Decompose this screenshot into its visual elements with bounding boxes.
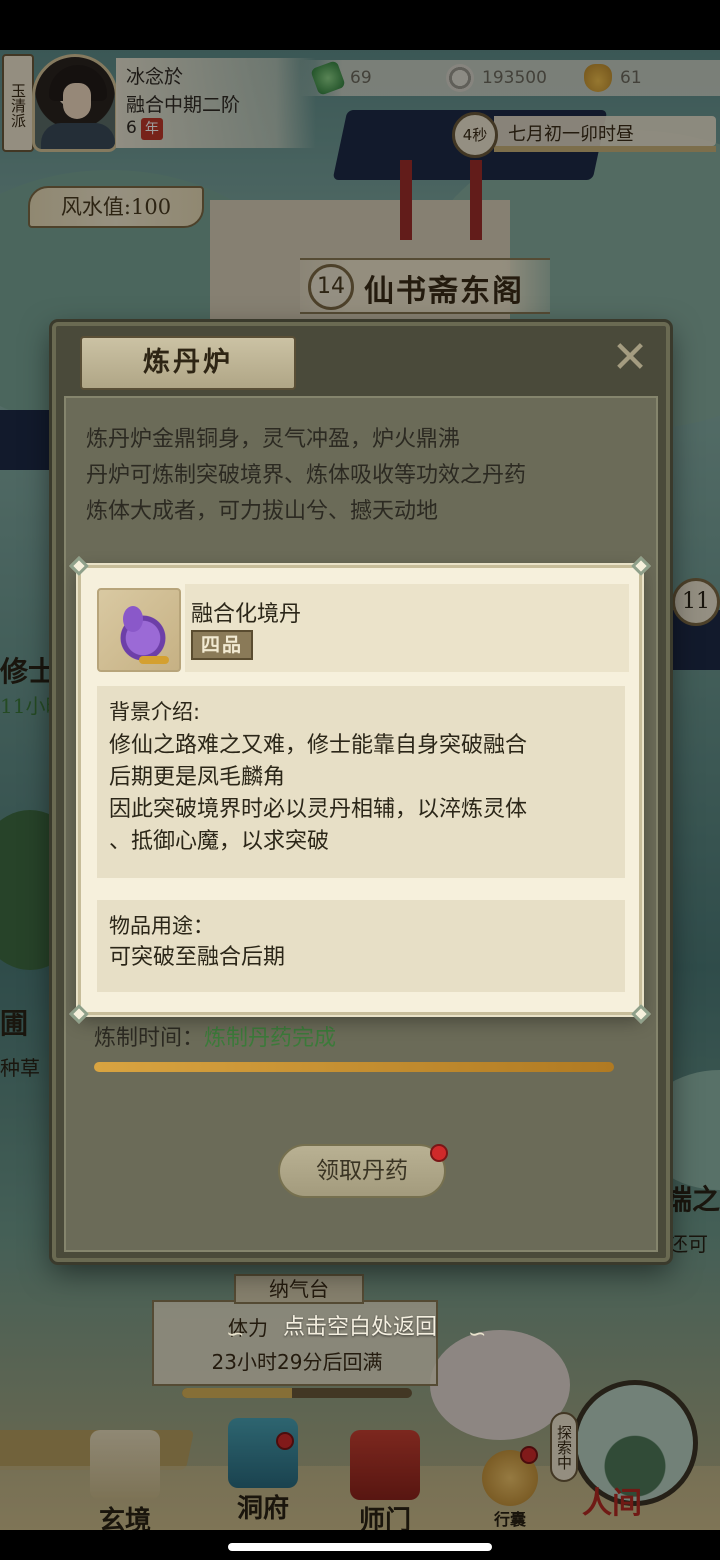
craft-status: 炼制丹药完成	[204, 1026, 337, 1051]
notification-dot	[430, 1144, 448, 1162]
usage-title: 物品用途：	[109, 914, 214, 938]
home-indicator[interactable]	[228, 1543, 492, 1551]
furnace-description: 炼丹炉金鼎铜身，灵气冲盈，炉火鼎沸 丹炉可炼制突破境界、炼体吸收等功效之丹药 炼…	[86, 422, 646, 530]
background-title: 背景介绍:	[109, 700, 201, 724]
background-text: 修仙之路难之又难，修士能靠自身突破融合 后期更是凤毛麟角 因此突破境界时必以灵丹…	[109, 730, 619, 858]
description-line: 炼丹炉金鼎铜身，灵气冲盈，炉火鼎沸	[86, 427, 461, 452]
status-bar	[0, 0, 720, 50]
background-line: 后期更是凤毛麟角	[109, 765, 286, 790]
craft-time-label: 炼制时间：	[94, 1026, 205, 1051]
purple-gourd-pill-icon	[97, 588, 181, 672]
background-line: 因此突破境界时必以灵丹相辅，以淬炼灵体	[109, 797, 528, 822]
background-section: 背景介绍: 修仙之路难之又难，修士能靠自身突破融合 后期更是凤毛麟角 因此突破境…	[97, 686, 625, 878]
description-line: 丹炉可炼制突破境界、炼体吸收等功效之丹药	[86, 463, 527, 488]
background-line: 、抵御心魔，以求突破	[109, 829, 330, 854]
usage-section: 物品用途： 可突破至融合后期	[97, 900, 625, 992]
usage-text: 可突破至融合后期	[109, 945, 286, 970]
item-name: 融合化境丹	[191, 602, 302, 627]
modal-title: 炼丹炉	[80, 336, 296, 390]
craft-progress-fill	[94, 1062, 614, 1072]
craft-progress-bar	[94, 1062, 614, 1072]
close-icon[interactable]: ✕	[608, 336, 652, 382]
item-detail-card[interactable]: 融合化境丹 四品 背景介绍: 修仙之路难之又难，修士能靠自身突破融合 后期更是凤…	[69, 556, 651, 1024]
swirl-right-icon: ∽	[468, 1322, 487, 1347]
gold-base	[139, 656, 169, 664]
item-grade-badge: 四品	[191, 630, 253, 660]
collect-pill-button[interactable]: 领取丹药	[278, 1144, 446, 1198]
craft-time: 炼制时间：炼制丹药完成	[94, 1020, 336, 1052]
gourd-top	[123, 606, 143, 632]
description-line: 炼体大成者，可力拔山兮、撼天动地	[86, 499, 439, 524]
background-line: 修仙之路难之又难，修士能靠自身突破融合	[109, 733, 528, 758]
